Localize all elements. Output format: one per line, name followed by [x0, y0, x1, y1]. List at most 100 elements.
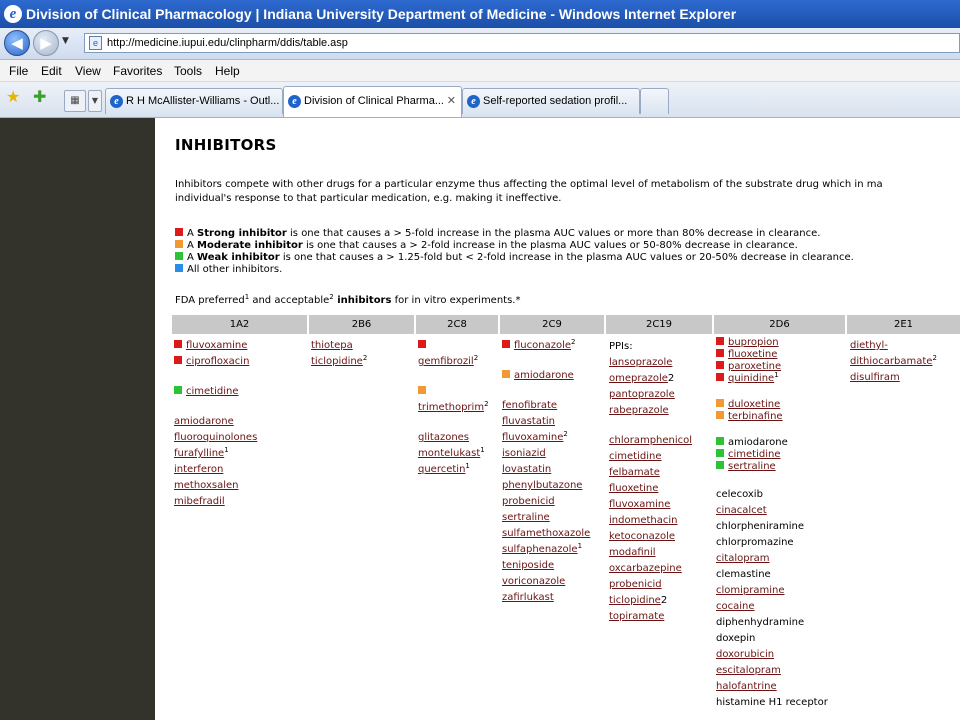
drug-link[interactable]: escitalopram	[716, 665, 781, 676]
drug-item[interactable]: lansoprazole	[609, 355, 692, 371]
drug-link[interactable]: lovastatin	[502, 464, 551, 475]
drug-item[interactable]: furafylline1	[174, 446, 257, 462]
drug-item[interactable]: amiodarone	[174, 414, 257, 430]
drug-link[interactable]: cimetidine	[609, 451, 662, 462]
menu-view[interactable]: View	[75, 64, 101, 78]
drug-item[interactable]: doxorubicin	[716, 647, 828, 663]
drug-item[interactable]: felbamate	[609, 465, 692, 481]
drug-link[interactable]: oxcarbazepine	[609, 563, 682, 574]
drug-link[interactable]: fluoxetine	[728, 349, 777, 360]
tab-sedation-profile[interactable]: e Self-reported sedation profil...	[462, 88, 640, 114]
drug-item[interactable]: disulfiram	[850, 370, 937, 386]
drug-link[interactable]: zafirlukast	[502, 592, 554, 603]
drug-link[interactable]: fluvoxamine	[186, 340, 247, 351]
drug-link[interactable]: felbamate	[609, 467, 660, 478]
drug-item[interactable]: trimethoprim2	[418, 400, 489, 416]
drug-link[interactable]: quercetin	[418, 464, 465, 475]
drug-item[interactable]: quercetin1	[418, 462, 489, 478]
drug-link[interactable]: ketoconazole	[609, 531, 675, 542]
drug-item[interactable]: diethyl-	[850, 338, 937, 354]
drug-item[interactable]: topiramate	[609, 609, 692, 625]
drug-link[interactable]: duloxetine	[728, 399, 780, 410]
drug-item[interactable]: ticlopidine2	[311, 354, 367, 370]
drug-link[interactable]: fluoroquinolones	[174, 432, 257, 443]
drug-item[interactable]: cimetidine	[716, 449, 828, 461]
drug-item[interactable]: ticlopidine2	[609, 593, 692, 609]
drug-link[interactable]: fluconazole	[514, 340, 571, 351]
drug-item[interactable]: interferon	[174, 462, 257, 478]
drug-item[interactable]: ketoconazole	[609, 529, 692, 545]
drug-link[interactable]: disulfiram	[850, 372, 900, 383]
drug-link[interactable]: clomipramine	[716, 585, 785, 596]
drug-item[interactable]: fluvastatin	[502, 414, 590, 430]
drug-item[interactable]: fluconazole2	[502, 338, 590, 354]
drug-item[interactable]: thiotepa	[311, 338, 367, 354]
drug-item[interactable]: indomethacin	[609, 513, 692, 529]
drug-item[interactable]: chloramphenicol	[609, 433, 692, 449]
drug-link[interactable]: fluoxetine	[609, 483, 658, 494]
drug-link[interactable]: sulfamethoxazole	[502, 528, 590, 539]
drug-link[interactable]: sertraline	[728, 461, 776, 472]
drug-link[interactable]: diethyl-	[850, 340, 888, 351]
drug-link[interactable]: trimethoprim	[418, 402, 484, 413]
drug-item[interactable]: fenofibrate	[502, 398, 590, 414]
url-input[interactable]: e http://medicine.iupui.edu/clinpharm/dd…	[84, 33, 960, 53]
new-tab-button[interactable]	[640, 88, 669, 114]
drug-item[interactable]: omeprazole2	[609, 371, 692, 387]
drug-item[interactable]: ciprofloxacin	[174, 354, 257, 370]
drug-link[interactable]: montelukast	[418, 448, 480, 459]
drug-item[interactable]: isoniazid	[502, 446, 590, 462]
drug-item[interactable]: duloxetine	[716, 399, 828, 411]
drug-item[interactable]: fluoroquinolones	[174, 430, 257, 446]
drug-item[interactable]: paroxetine	[716, 361, 828, 373]
back-arrow-icon[interactable]: ◀	[4, 30, 30, 56]
drug-item[interactable]: rabeprazole	[609, 403, 692, 419]
drug-item[interactable]: terbinafine	[716, 411, 828, 423]
drug-link[interactable]: rabeprazole	[609, 405, 669, 416]
drug-link[interactable]: cimetidine	[186, 386, 239, 397]
drug-link[interactable]: fenofibrate	[502, 400, 557, 411]
drug-link[interactable]: mibefradil	[174, 496, 225, 507]
drug-link[interactable]: terbinafine	[728, 411, 783, 422]
drug-item[interactable]: cinacalcet	[716, 503, 828, 519]
drug-link[interactable]: glitazones	[418, 432, 469, 443]
drug-item[interactable]: teniposide	[502, 558, 590, 574]
drug-link[interactable]: gemfibrozil	[418, 356, 474, 367]
drug-link[interactable]: indomethacin	[609, 515, 677, 526]
history-dropdown-icon[interactable]: ▼	[62, 36, 69, 46]
drug-link[interactable]: ticlopidine	[311, 356, 363, 367]
drug-item[interactable]: phenylbutazone	[502, 478, 590, 494]
drug-link[interactable]: dithiocarbamate	[850, 356, 932, 367]
drug-item[interactable]: fluvoxamine	[174, 338, 257, 354]
drug-link[interactable]: probenicid	[609, 579, 662, 590]
drug-item[interactable]: fluvoxamine	[609, 497, 692, 513]
menu-help[interactable]: Help	[215, 64, 240, 78]
tab-outlook[interactable]: e R H McAllister-Williams - Outl...	[105, 88, 283, 114]
drug-item[interactable]: pantoprazole	[609, 387, 692, 403]
drug-link[interactable]: sulfaphenazole	[502, 544, 578, 555]
drug-item[interactable]: zafirlukast	[502, 590, 590, 606]
drug-link[interactable]: methoxsalen	[174, 480, 239, 491]
drug-link[interactable]: isoniazid	[502, 448, 546, 459]
drug-item[interactable]: halofantrine	[716, 679, 828, 695]
menu-edit[interactable]: Edit	[41, 64, 62, 78]
drug-item[interactable]: dithiocarbamate2	[850, 354, 937, 370]
drug-link[interactable]: fluvastatin	[502, 416, 555, 427]
drug-item[interactable]: quinidine1	[716, 372, 828, 385]
drug-link[interactable]: fluvoxamine	[502, 432, 563, 443]
favorites-star-icon[interactable]: ★	[6, 88, 20, 106]
drug-item[interactable]: citalopram	[716, 551, 828, 567]
drug-link[interactable]: chloramphenicol	[609, 435, 692, 446]
drug-item[interactable]: glitazones	[418, 430, 489, 446]
drug-item[interactable]: lovastatin	[502, 462, 590, 478]
drug-link[interactable]: interferon	[174, 464, 223, 475]
drug-link[interactable]: teniposide	[502, 560, 554, 571]
drug-link[interactable]: ciprofloxacin	[186, 356, 249, 367]
drug-link[interactable]: thiotepa	[311, 340, 353, 351]
drug-link[interactable]: furafylline	[174, 448, 224, 459]
drug-item[interactable]: amiodarone	[502, 368, 590, 384]
drug-link[interactable]: cimetidine	[728, 449, 781, 460]
drug-item[interactable]: mibefradil	[174, 494, 257, 510]
drug-item[interactable]: oxcarbazepine	[609, 561, 692, 577]
drug-item[interactable]: clomipramine	[716, 583, 828, 599]
